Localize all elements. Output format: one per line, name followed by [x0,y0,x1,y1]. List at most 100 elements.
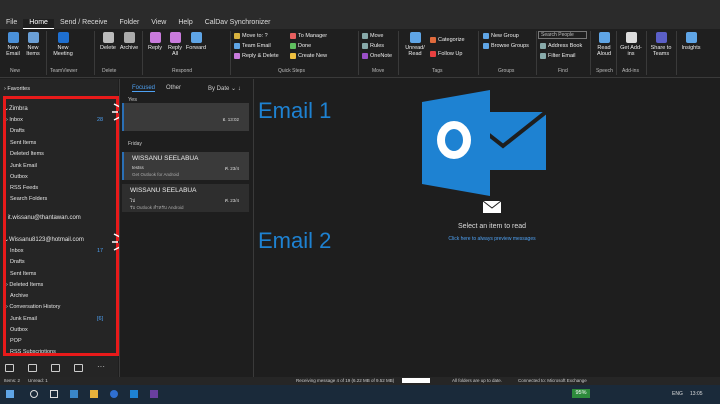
quickstep-to-manager[interactable]: To Manager [290,33,327,39]
quickstep-move-to[interactable]: Move to: ? [234,33,268,39]
message-item[interactable]: WISSANU SEELABUA testss ศ. 23/4 Get Outl… [122,152,249,180]
delete-button[interactable]: Delete [98,32,118,51]
file-explorer-icon[interactable] [90,390,98,398]
filter-email-button[interactable]: Filter Email [540,53,576,59]
envelope-icon [409,32,421,43]
title-bar [0,0,720,15]
read-aloud-button[interactable]: Read Aloud [594,32,614,57]
more-icon[interactable]: ··· [97,363,106,372]
battery-indicator[interactable]: 95% [572,389,590,398]
group-label-speech: Speech [596,68,613,74]
new-items-button[interactable]: New Items [24,32,42,57]
lightning-icon [290,53,296,59]
tab-view[interactable]: View [145,19,172,29]
move-button[interactable]: Move [362,33,383,39]
message-item[interactable]: WISSANU SEELABUA ไป ศ. 23/4 รับ Outlook … [122,184,249,212]
group-separator [230,31,231,75]
unread-count: Unread: 1 [28,378,48,383]
receiving-status: Receiving message 4 of 19 (6.22 MB of 9.… [296,378,395,383]
receive-progress [402,378,430,383]
arrow-icon [290,33,296,39]
onenote-button[interactable]: OneNote [362,53,392,59]
check-icon [290,43,296,49]
search-icon[interactable] [30,390,38,398]
tab-home[interactable]: Home [23,19,54,29]
envelope-icon [482,200,502,213]
insights-button[interactable]: Insights [680,32,702,51]
people-icon[interactable] [51,364,60,372]
tab-help[interactable]: Help [172,19,198,29]
share-to-teams-button[interactable]: Share to Teams [648,32,674,57]
rules-icon [362,43,368,49]
ribbon-tabs: File Home Send / Receive Folder View Hel… [0,15,720,29]
tab-send-receive[interactable]: Send / Receive [54,19,113,29]
empty-reading-message: Select an item to read [457,223,527,230]
group-label-addins: Add-ins [622,68,639,74]
move-icon [362,33,368,39]
message-item[interactable]: อ. 13:02 [122,103,249,131]
unread-read-button[interactable]: Unread/ Read [402,32,428,57]
address-book-icon [540,43,546,49]
tab-focused[interactable]: Focused [132,85,156,92]
browse-groups-button[interactable]: Browse Groups [483,43,529,49]
task-view-icon[interactable] [50,390,58,398]
onenote-icon [362,53,368,59]
browser-icon[interactable] [70,390,78,398]
language-indicator[interactable]: ENG [672,391,683,397]
quickstep-done[interactable]: Done [290,43,311,49]
reply-all-button[interactable]: Reply All [166,32,184,57]
category-icon [430,37,436,43]
tasks-icon[interactable] [74,364,83,372]
get-addins-button[interactable]: Get Add-ins [620,32,642,57]
archive-icon [123,32,135,43]
tab-caldav[interactable]: CalDav Synchronizer [199,19,277,29]
group-label-delete: Delete [102,68,117,74]
clock[interactable]: 13:05 [690,391,703,397]
new-email-button[interactable]: New Email [4,32,22,57]
photoshop-icon[interactable] [150,390,158,398]
tab-file[interactable]: File [0,19,23,29]
email-2-label: Email 2 [258,228,332,253]
rules-button[interactable]: Rules [362,43,384,49]
group-separator [46,31,47,75]
always-preview-link[interactable]: Click here to always preview messages [430,236,554,242]
reply-button[interactable]: Reply [146,32,164,51]
archive-button[interactable]: Archive [118,32,140,51]
folder-icon [234,33,240,39]
items-count: Items: 2 [4,378,21,383]
group-label-groups: Groups [498,68,515,74]
group-separator [94,31,95,75]
address-book-button[interactable]: Address Book [540,43,582,49]
new-group-button[interactable]: New Group [483,33,519,39]
tab-other[interactable]: Other [166,85,181,91]
group-separator [358,31,359,75]
forward-icon [190,32,202,43]
group-separator [142,31,143,75]
categorize-button[interactable]: Categorize [430,37,465,43]
windows-start-icon[interactable] [6,390,14,398]
quickstep-create-new[interactable]: Create New [290,53,327,59]
forward-button[interactable]: Forward [185,32,207,51]
flag-icon [430,51,436,57]
group-header-friday: Friday [128,141,142,147]
tab-folder[interactable]: Folder [113,19,145,29]
reply-all-icon [169,32,181,43]
outlook-taskbar-icon[interactable] [130,390,138,398]
teamviewer-icon [57,32,69,43]
message-list: Focused Other By Date ⌄ ↓ Yes Friday อ. … [119,79,254,377]
favorites-header[interactable]: › Favorites [4,86,30,92]
follow-up-button[interactable]: Follow Up [430,51,462,57]
quickstep-reply-delete[interactable]: Reply & Delete [234,53,279,59]
quickstep-team-email[interactable]: Team Email [234,43,271,49]
mail-icon[interactable] [5,364,14,372]
calendar-icon[interactable] [28,364,37,372]
edge-icon[interactable] [110,390,118,398]
sort-dropdown[interactable]: By Date ⌄ ↓ [208,85,241,92]
store-icon [625,32,637,43]
search-people-input[interactable]: Search People [538,31,587,39]
new-meeting-button[interactable]: New Meeting [50,32,76,57]
speaker-icon [598,32,610,43]
new-email-icon [7,32,19,43]
group-icon [483,33,489,39]
email-1-label: Email 1 [258,98,332,123]
